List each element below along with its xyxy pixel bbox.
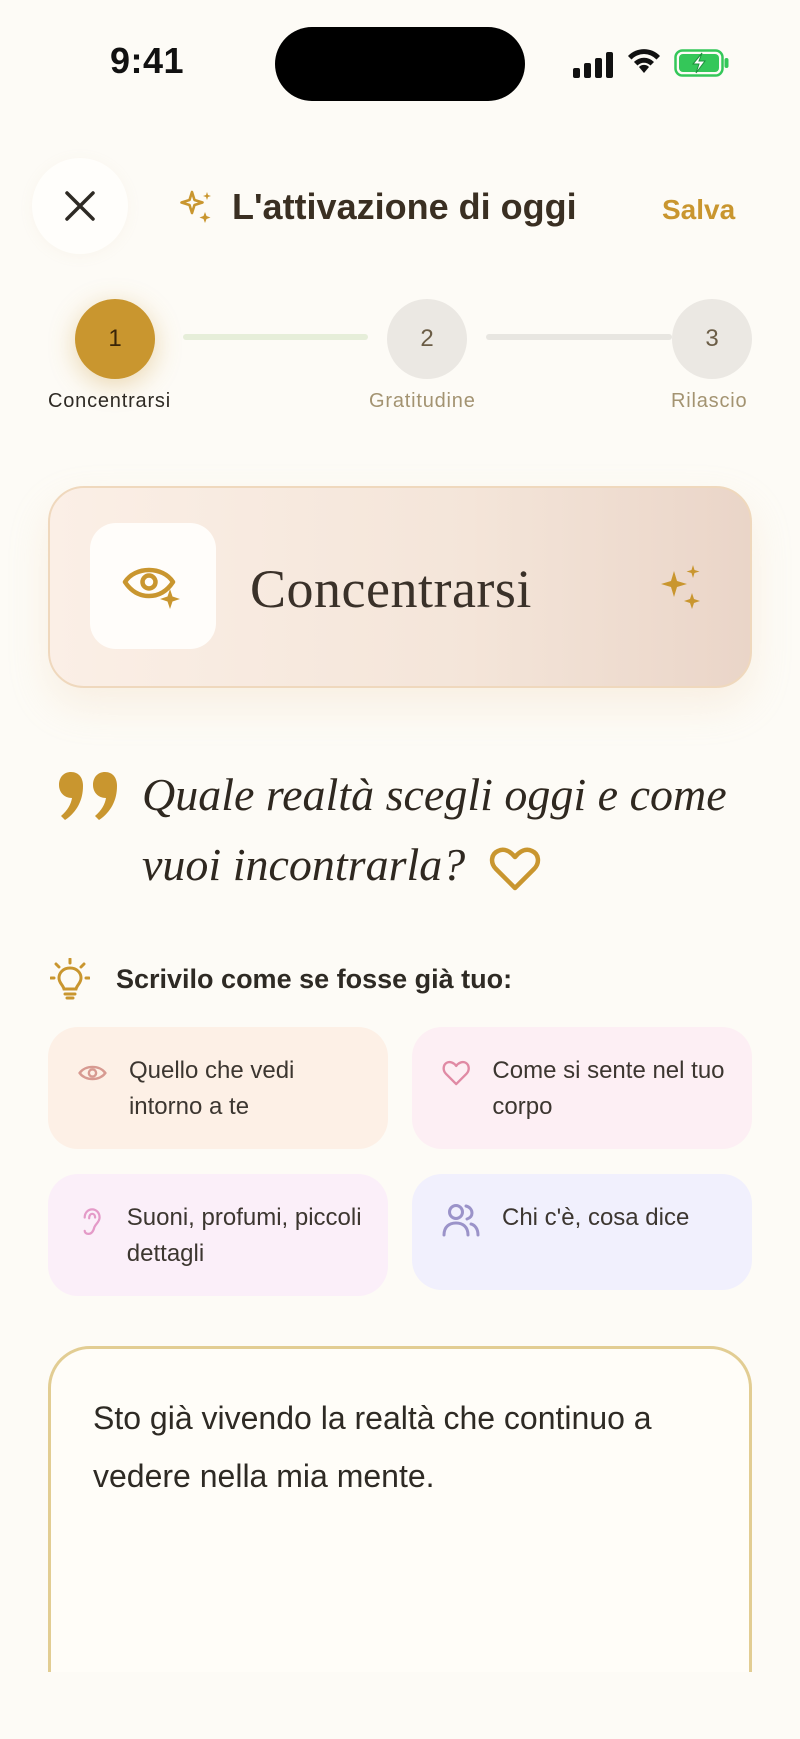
- eye-icon: [78, 1065, 107, 1081]
- heart-icon: [489, 848, 540, 891]
- sparkles-icon: [661, 565, 700, 609]
- sparkles-icon: [180, 190, 211, 223]
- dynamic-island: [275, 27, 525, 101]
- close-button[interactable]: [32, 158, 128, 254]
- focus-icon-tile: [90, 523, 216, 649]
- step-2-indicator[interactable]: 2: [387, 299, 467, 379]
- step-2-label: Gratitudine: [369, 390, 476, 412]
- step-1-label: Concentrarsi: [48, 390, 171, 412]
- prompt-question-text: Quale realtà scegli oggi e come vuoi inc…: [142, 769, 727, 890]
- bottom-fade: [0, 1672, 800, 1739]
- step-3-label: Rilascio: [671, 390, 748, 412]
- lightbulb-icon: [50, 958, 90, 1000]
- save-button[interactable]: Salva: [662, 194, 735, 226]
- hint-card-sight[interactable]: Quello che vedi intorno a te: [48, 1027, 388, 1149]
- wifi-icon: [628, 49, 660, 73]
- status-time: 9:41: [110, 40, 185, 81]
- hint-text: Quello che vedi intorno a te: [128, 1057, 295, 1120]
- quote-icon: [59, 772, 117, 820]
- ear-icon: [83, 1208, 101, 1236]
- eye-sparkle-icon: [122, 567, 180, 609]
- page-title: L'attivazione di oggi: [232, 186, 577, 227]
- hint-text: Suoni, profumi, piccoli dettagli: [126, 1204, 362, 1267]
- step-3-indicator[interactable]: 3: [672, 299, 752, 379]
- cellular-signal-icon: [573, 52, 613, 78]
- heart-icon: [442, 1060, 470, 1086]
- step-1-indicator[interactable]: 1: [75, 299, 155, 379]
- hint-text: Come si sente nel tuo corpo: [492, 1057, 725, 1120]
- hint-card-body[interactable]: Come si sente nel tuo corpo: [412, 1027, 752, 1149]
- close-icon: [65, 191, 95, 221]
- step-connector-1: [183, 334, 368, 340]
- prompt-question: Quale realtà scegli oggi e come vuoi inc…: [142, 760, 762, 900]
- people-icon: [442, 1204, 480, 1237]
- hint-card-senses[interactable]: Suoni, profumi, piccoli dettagli: [48, 1174, 388, 1296]
- page-title-group: L'attivazione di oggi: [178, 186, 577, 228]
- hint-text: Chi c'è, cosa dice: [502, 1204, 690, 1231]
- hint-card-people[interactable]: Chi c'è, cosa dice: [412, 1174, 752, 1290]
- step-connector-2: [486, 334, 672, 340]
- battery-icon: [674, 49, 729, 77]
- focus-card-title: Concentrarsi: [250, 559, 532, 619]
- tip-label: Scrivilo come se fosse già tuo:: [116, 964, 513, 994]
